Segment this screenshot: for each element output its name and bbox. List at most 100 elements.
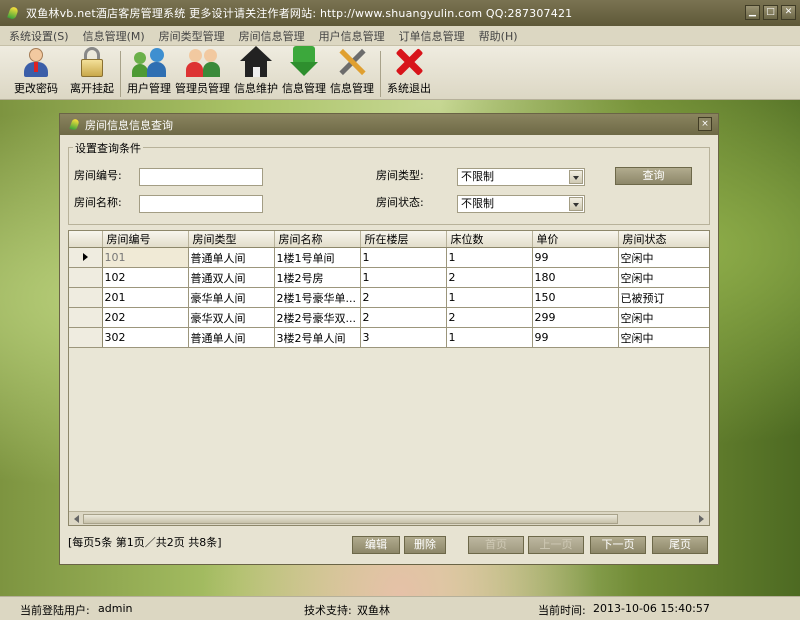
table-cell[interactable]: 1	[360, 247, 447, 268]
room-data-grid[interactable]: 房间编号 房间类型 房间名称 所在楼层 床位数 单价 房间状态 101 普通单人…	[68, 230, 710, 526]
current-time-value: 2013-10-06 15:40:57	[593, 602, 710, 615]
column-header[interactable]: 房间类型	[188, 231, 275, 248]
current-row-arrow-icon	[82, 253, 88, 261]
table-cell[interactable]: 3	[360, 327, 447, 348]
row-selector[interactable]	[69, 307, 103, 328]
change-password-button[interactable]: 更改密码	[14, 46, 58, 99]
support-value: 双鱼林	[357, 604, 390, 617]
menu-help[interactable]: 帮助(H)	[472, 28, 525, 44]
room-status-label: 房间状态:	[376, 196, 424, 209]
table-cell[interactable]: 1楼1号单间	[274, 247, 361, 268]
maximize-button[interactable]: □	[763, 5, 778, 20]
first-page-button[interactable]: 首页	[468, 536, 524, 554]
table-cell[interactable]: 201	[102, 287, 189, 308]
table-row[interactable]: 202 豪华双人间 2楼2号豪华双... 2 2 299 空闲中	[69, 307, 709, 328]
table-cell[interactable]: 2	[360, 307, 447, 328]
table-cell[interactable]: 2楼1号豪华单...	[274, 287, 361, 308]
scroll-thumb[interactable]	[83, 514, 618, 524]
table-cell[interactable]: 2	[446, 267, 533, 288]
row-selector[interactable]	[69, 287, 103, 308]
table-cell[interactable]: 豪华双人间	[188, 307, 275, 328]
table-cell[interactable]: 1	[446, 327, 533, 348]
table-cell[interactable]: 1	[360, 267, 447, 288]
table-cell[interactable]: 空闲中	[618, 247, 709, 268]
room-status-select[interactable]: 不限制	[457, 195, 585, 213]
table-row[interactable]: 201 豪华单人间 2楼1号豪华单... 2 1 150 已被预订	[69, 287, 709, 308]
child-close-button[interactable]: ×	[698, 117, 712, 131]
room-type-select[interactable]: 不限制	[457, 168, 585, 186]
child-titlebar: 房间信息信息查询	[60, 114, 718, 135]
table-cell[interactable]: 1	[446, 247, 533, 268]
table-cell[interactable]: 普通双人间	[188, 267, 275, 288]
menu-system-settings[interactable]: 系统设置(S)	[2, 28, 76, 44]
table-cell[interactable]: 99	[532, 327, 619, 348]
row-selector[interactable]	[69, 267, 103, 288]
window-controls: ▁ □ ✕	[745, 5, 796, 20]
user-manage-button[interactable]: 用户管理	[127, 46, 171, 99]
table-cell[interactable]: 202	[102, 307, 189, 328]
column-header[interactable]: 房间名称	[274, 231, 361, 248]
table-cell[interactable]: 1楼2号房	[274, 267, 361, 288]
next-page-button[interactable]: 下一页	[590, 536, 646, 554]
edit-button[interactable]: 编辑	[352, 536, 400, 554]
admin-manage-button[interactable]: 管理员管理	[175, 46, 230, 99]
table-row[interactable]: 102 普通双人间 1楼2号房 1 2 180 空闲中	[69, 267, 709, 288]
menu-info-manage[interactable]: 信息管理(M)	[76, 28, 152, 44]
close-button[interactable]: ✕	[781, 5, 796, 20]
table-cell[interactable]: 空闲中	[618, 327, 709, 348]
table-cell[interactable]: 180	[532, 267, 619, 288]
column-header[interactable]: 房间状态	[618, 231, 709, 248]
room-no-input[interactable]	[139, 168, 263, 186]
chevron-down-icon[interactable]	[569, 197, 583, 211]
menu-order-info[interactable]: 订单信息管理	[392, 28, 472, 44]
table-cell[interactable]: 2楼2号豪华双...	[274, 307, 361, 328]
scroll-left-icon[interactable]	[71, 513, 83, 525]
table-cell[interactable]: 空闲中	[618, 307, 709, 328]
menu-room-info[interactable]: 房间信息管理	[232, 28, 312, 44]
table-cell[interactable]: 101	[102, 247, 189, 268]
table-row[interactable]: 101 普通单人间 1楼1号单间 1 1 99 空闲中	[69, 247, 709, 268]
info-manage-button-2[interactable]: 信息管理	[330, 46, 374, 99]
table-cell[interactable]: 2	[360, 287, 447, 308]
info-manage-button-1[interactable]: 信息管理	[282, 46, 326, 99]
column-header[interactable]: 所在楼层	[360, 231, 447, 248]
table-cell[interactable]: 150	[532, 287, 619, 308]
room-name-input[interactable]	[139, 195, 263, 213]
table-cell[interactable]: 豪华单人间	[188, 287, 275, 308]
prev-page-button[interactable]: 上一页	[528, 536, 584, 554]
table-cell[interactable]: 1	[446, 287, 533, 308]
search-button[interactable]: 查询	[615, 167, 692, 185]
table-cell[interactable]: 2	[446, 307, 533, 328]
chevron-down-icon[interactable]	[569, 170, 583, 184]
column-header[interactable]: 床位数	[446, 231, 533, 248]
scroll-right-icon[interactable]	[695, 513, 707, 525]
table-cell[interactable]: 空闲中	[618, 267, 709, 288]
current-user-label: 当前登陆用户:	[20, 604, 90, 617]
room-type-label: 房间类型:	[376, 169, 424, 182]
table-cell[interactable]: 普通单人间	[188, 327, 275, 348]
table-cell[interactable]: 已被预订	[618, 287, 709, 308]
table-cell[interactable]: 99	[532, 247, 619, 268]
horizontal-scrollbar[interactable]	[69, 511, 709, 525]
row-selector[interactable]	[69, 247, 103, 268]
table-cell[interactable]: 102	[102, 267, 189, 288]
table-row[interactable]: 302 普通单人间 3楼2号单人间 3 1 99 空闲中	[69, 327, 709, 348]
user-icon	[19, 46, 53, 78]
column-header[interactable]: 单价	[532, 231, 619, 248]
row-selector[interactable]	[69, 327, 103, 348]
menu-user-info[interactable]: 用户信息管理	[312, 28, 392, 44]
column-header[interactable]: 房间编号	[102, 231, 189, 248]
info-maintain-button[interactable]: 信息维护	[234, 46, 278, 99]
table-cell[interactable]: 3楼2号单人间	[274, 327, 361, 348]
menu-room-type[interactable]: 房间类型管理	[152, 28, 232, 44]
delete-button[interactable]: 删除	[404, 536, 446, 554]
tools-icon	[335, 46, 369, 78]
leave-button[interactable]: 离开挂起	[70, 46, 114, 99]
table-cell[interactable]: 普通单人间	[188, 247, 275, 268]
exit-button[interactable]: 系统退出	[387, 46, 431, 99]
table-cell[interactable]: 302	[102, 327, 189, 348]
last-page-button[interactable]: 尾页	[652, 536, 708, 554]
lock-icon	[75, 46, 109, 78]
table-cell[interactable]: 299	[532, 307, 619, 328]
minimize-button[interactable]: ▁	[745, 5, 760, 20]
